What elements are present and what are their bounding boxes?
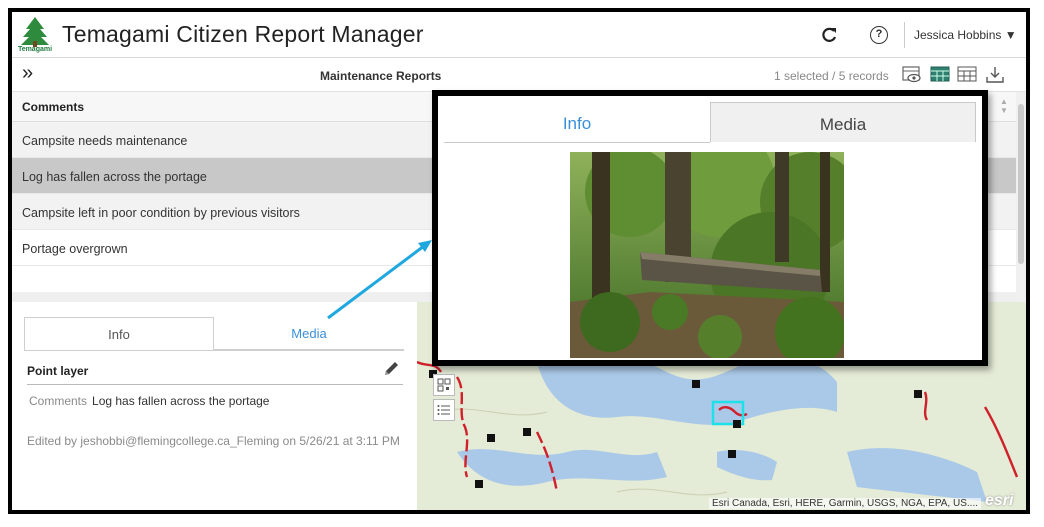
expand-panel-button[interactable]: »	[22, 62, 33, 85]
user-menu[interactable]: Jessica Hobbins ▼	[914, 28, 1017, 42]
comment-field: Comments Log has fallen across the portag…	[29, 394, 269, 408]
edited-info: Edited by jeshobbi@flemingcollege.ca_Fle…	[27, 434, 400, 448]
comment-key: Comments	[29, 394, 88, 408]
qr-grid-icon[interactable]	[433, 374, 455, 396]
tab-media[interactable]: Media	[214, 317, 404, 350]
app-header: Temagami Temagami Citizen Report Manager…	[12, 12, 1026, 58]
show-selected-icon[interactable]	[902, 66, 922, 84]
edit-pencil-icon[interactable]	[382, 360, 400, 378]
refresh-icon[interactable]	[819, 25, 839, 45]
layer-title: Maintenance Reports	[320, 69, 442, 83]
panel-divider	[27, 384, 403, 385]
tree-icon	[21, 17, 49, 47]
download-icon[interactable]	[985, 66, 1005, 84]
esri-logo: esri	[985, 492, 1014, 509]
feature-details-panel: Info Media Point layer Comments Log has f…	[12, 302, 417, 510]
tab-divider	[24, 350, 404, 351]
fallen-log-photo	[570, 152, 844, 358]
media-popup-callout: Info Media	[432, 90, 988, 366]
tab-info[interactable]: Info	[24, 317, 214, 350]
scrollbar-thumb[interactable]	[1018, 104, 1024, 264]
sort-icon[interactable]: ▲ ▼	[1000, 97, 1008, 115]
logo-caption: Temagami	[17, 46, 53, 53]
table-toolbar: » Maintenance Reports 1 selected / 5 rec…	[12, 58, 1026, 92]
popup-tab-info[interactable]: Info	[444, 102, 710, 142]
map-attribution: Esri Canada, Esri, HERE, Garmin, USGS, N…	[709, 498, 981, 509]
map-tools	[433, 374, 455, 424]
comment-value: Log has fallen across the portage	[92, 394, 270, 408]
popup-tab-media[interactable]: Media	[710, 102, 976, 142]
table-options-icon[interactable]	[957, 66, 977, 82]
help-icon[interactable]: ?	[870, 26, 888, 44]
legend-list-icon[interactable]	[433, 399, 455, 421]
layer-label: Point layer	[27, 364, 89, 378]
record-count: 1 selected / 5 records	[774, 69, 889, 83]
app-title: Temagami Citizen Report Manager	[62, 21, 424, 47]
table-view-icon[interactable]	[930, 66, 950, 82]
table-vertical-scrollbar[interactable]	[1016, 92, 1026, 302]
header-divider	[904, 22, 905, 48]
popup-tab-divider	[444, 142, 710, 143]
temagami-logo: Temagami	[16, 15, 54, 55]
